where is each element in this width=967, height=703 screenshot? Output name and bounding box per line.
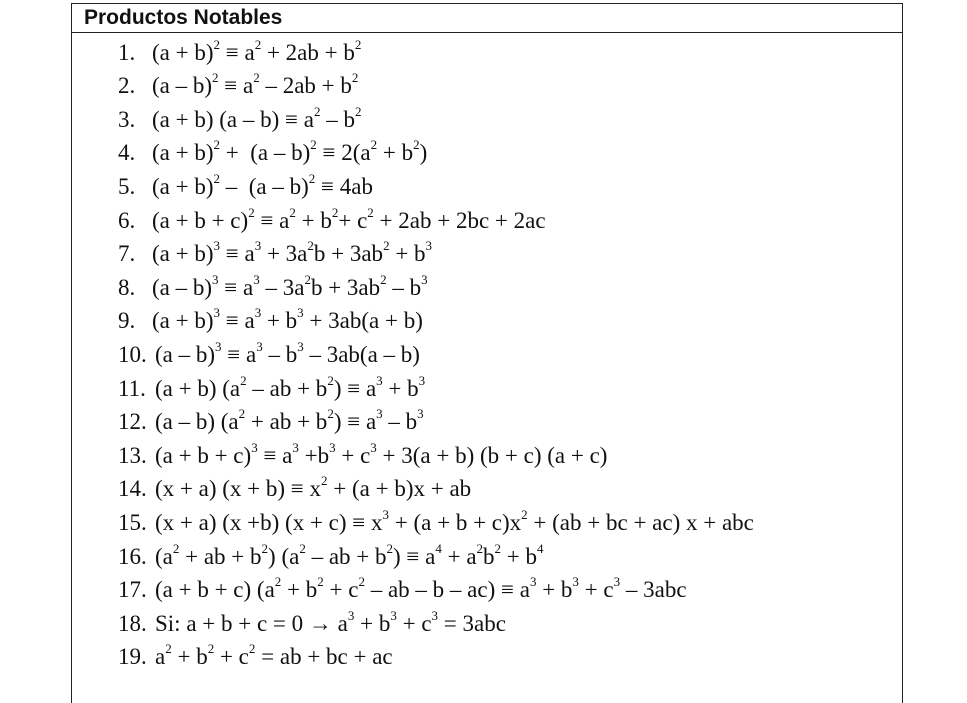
formula-row: 13. (a + b + c)3 ≡ a3 +b3 + c3 + 3(a + b)…	[118, 439, 754, 473]
formula-row: 5. (a + b)2 – (a – b)2 ≡ 4ab	[118, 170, 754, 204]
formula-number: 1.	[118, 39, 136, 65]
formula-number: 3.	[118, 106, 136, 132]
formula-expression: (a + b)3 ≡ a3 + 3a2b + 3ab2 + b3	[152, 238, 433, 267]
formula-row: 11. (a + b) (a2 – ab + b2) ≡ a3 + b3	[118, 372, 754, 406]
formula-row: 2. (a – b)2 ≡ a2 – 2ab + b2	[118, 70, 754, 104]
formula-row: 9. (a + b)3 ≡ a3 + b3 + 3ab(a + b)	[118, 305, 754, 339]
formula-row: 7. (a + b)3 ≡ a3 + 3a2b + 3ab2 + b3	[118, 238, 754, 272]
formula-number: 12.	[118, 409, 147, 435]
formula-expression: (a2 + ab + b2) (a2 – ab + b2) ≡ a4 + a2b…	[155, 540, 544, 569]
formula-number: 2.	[118, 73, 136, 99]
formula-expression: (a – b)3 ≡ a3 – 3a2b + 3ab2 – b3	[152, 271, 428, 300]
formula-row: 6. (a + b + c)2 ≡ a2 + b2+ c2 + 2ab + 2bc…	[118, 204, 754, 238]
formula-row: 17. (a + b + c) (a2 + b2 + c2 – ab – b – …	[118, 574, 754, 608]
formula-list: 1. (a + b)2 ≡ a2 + 2ab + b2 2. (a – b)2 ≡ a…	[118, 36, 754, 674]
formula-row: 4. (a + b)2 + (a – b)2 ≡ 2(a2 + b2)	[118, 137, 754, 171]
formula-row: 3. (a + b) (a – b) ≡ a2 – b2	[118, 103, 754, 137]
formula-number: 9.	[118, 308, 136, 334]
formula-row: 15. (x + a) (x +b) (x + c) ≡ x3 + (a + b …	[118, 506, 754, 540]
formula-row: 10. (a – b)3 ≡ a3 – b3 – 3ab(a – b)	[118, 338, 754, 372]
formula-expression: (x + a) (x +b) (x + c) ≡ x3 + (a + b + c…	[155, 506, 754, 535]
formula-expression: (a + b + c)3 ≡ a3 +b3 + c3 + 3(a + b) (b…	[155, 439, 608, 468]
formula-expression: (x + a) (x + b) ≡ x2 + (a + b)x + ab	[155, 473, 472, 502]
formula-row: 16. (a2 + ab + b2) (a2 – ab + b2) ≡ a4 + …	[118, 540, 754, 574]
formula-number: 5.	[118, 173, 136, 199]
formula-number: 15.	[118, 509, 147, 535]
formula-row: 19. a2 + b2 + c2 = ab + bc + ac	[118, 641, 754, 675]
formula-expression: Si: a + b + c = 0 → a3 + b3 + c3 = 3abc	[155, 607, 506, 636]
formula-number: 16.	[118, 543, 147, 569]
formula-expression: (a + b) (a2 – ab + b2) ≡ a3 + b3	[155, 372, 426, 401]
formula-expression: (a + b)2 + (a – b)2 ≡ 2(a2 + b2)	[152, 137, 428, 166]
formula-row: 8. (a – b)3 ≡ a3 – 3a2b + 3ab2 – b3	[118, 271, 754, 305]
formula-expression: a2 + b2 + c2 = ab + bc + ac	[155, 641, 393, 670]
formula-number: 19.	[118, 644, 147, 670]
formula-number: 6.	[118, 207, 136, 233]
formula-expression: (a + b + c) (a2 + b2 + c2 – ab – b – ac)…	[155, 574, 687, 603]
formula-expression: (a – b)3 ≡ a3 – b3 – 3ab(a – b)	[155, 338, 420, 367]
formula-row: 18. Si: a + b + c = 0 → a3 + b3 + c3 = 3a…	[118, 607, 754, 641]
formula-expression: (a + b)3 ≡ a3 + b3 + 3ab(a + b)	[152, 305, 423, 334]
formula-number: 8.	[118, 274, 136, 300]
formula-number: 13.	[118, 442, 147, 468]
formula-expression: (a + b)2 ≡ a2 + 2ab + b2	[152, 36, 362, 65]
table-title: Productos Notables	[72, 4, 902, 33]
formula-table: Productos Notables 1. (a + b)2 ≡ a2 + 2ab…	[71, 3, 903, 703]
formula-row: 1. (a + b)2 ≡ a2 + 2ab + b2	[118, 36, 754, 70]
formula-number: 7.	[118, 241, 136, 267]
formula-expression: (a + b + c)2 ≡ a2 + b2+ c2 + 2ab + 2bc +…	[152, 204, 546, 233]
formula-number: 14.	[118, 476, 147, 502]
formula-row: 12. (a – b) (a2 + ab + b2) ≡ a3 – b3	[118, 406, 754, 440]
formula-number: 17.	[118, 577, 147, 603]
formula-expression: (a – b) (a2 + ab + b2) ≡ a3 – b3	[155, 406, 424, 435]
formula-number: 10.	[118, 341, 147, 367]
formula-number: 18.	[118, 610, 147, 636]
formula-expression: (a + b) (a – b) ≡ a2 – b2	[152, 103, 362, 132]
formula-expression: (a – b)2 ≡ a2 – 2ab + b2	[152, 70, 359, 99]
formula-row: 14. (x + a) (x + b) ≡ x2 + (a + b)x + ab	[118, 473, 754, 507]
formula-number: 4.	[118, 140, 136, 166]
formula-expression: (a + b)2 – (a – b)2 ≡ 4ab	[152, 170, 373, 199]
formula-number: 11.	[118, 375, 146, 401]
